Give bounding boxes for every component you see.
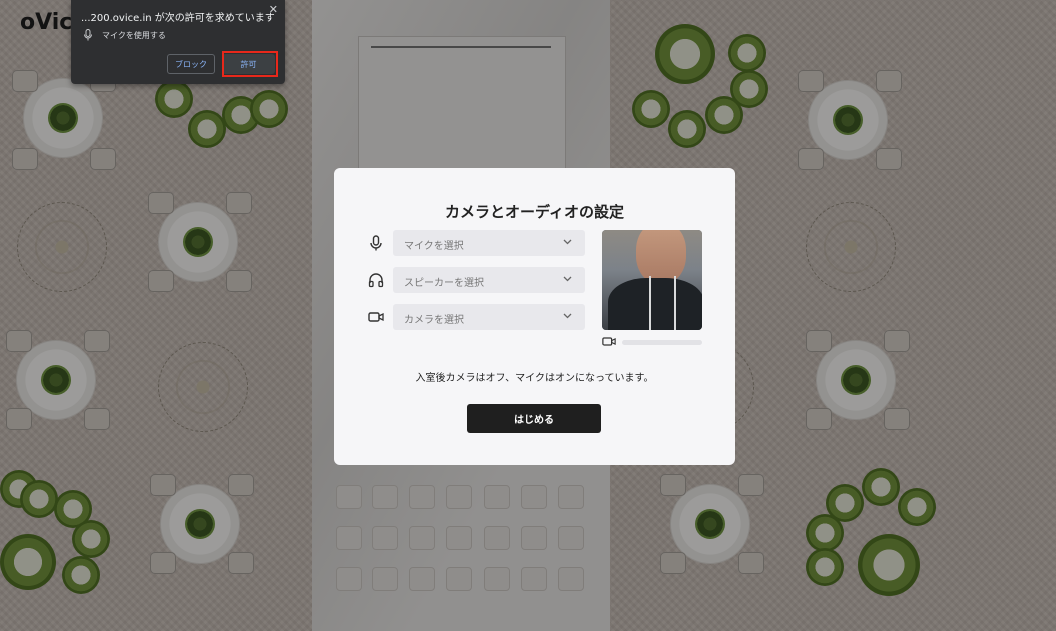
chevron-down-icon: [563, 239, 572, 245]
preview-jacket: [608, 278, 702, 330]
close-icon[interactable]: ✕: [269, 3, 278, 16]
camera-select[interactable]: カメラを選択: [393, 304, 585, 330]
speaker-select-placeholder: スピーカーを選択: [404, 278, 484, 289]
microphone-icon: [84, 29, 92, 41]
microphone-icon: [370, 235, 382, 251]
chevron-down-icon: [563, 276, 572, 282]
microphone-select[interactable]: マイクを選択: [393, 230, 585, 256]
headphones-icon: [368, 273, 384, 288]
preview-face: [636, 230, 686, 284]
permission-prompt: ...200.ovice.in が次の許可を求めています ✕ マイクを使用する …: [71, 0, 285, 84]
audio-level-bar: [622, 340, 702, 345]
video-camera-icon: [368, 312, 384, 322]
allow-button-highlight: [222, 51, 278, 77]
video-camera-icon: [602, 337, 616, 346]
start-button[interactable]: はじめる: [467, 404, 601, 433]
speaker-select[interactable]: スピーカーを選択: [393, 267, 585, 293]
permission-request-item: マイクを使用する: [102, 31, 166, 40]
camera-preview: [602, 230, 702, 330]
earphone-cord: [649, 276, 651, 330]
modal-title: カメラとオーディオの設定: [445, 203, 624, 221]
chevron-down-icon: [563, 313, 572, 319]
microphone-select-placeholder: マイクを選択: [404, 241, 464, 252]
earphone-cord: [674, 276, 676, 330]
preview-level-row: [602, 336, 702, 348]
camera-select-placeholder: カメラを選択: [404, 315, 464, 326]
info-note: 入室後カメラはオフ、マイクはオンになっています。: [415, 373, 654, 384]
permission-title: ...200.ovice.in が次の許可を求めています: [81, 13, 275, 24]
block-button[interactable]: ブロック: [167, 54, 215, 74]
av-settings-modal: カメラとオーディオの設定 マイクを選択 スピーカーを選択 カメラを選択 入室後カ…: [334, 168, 735, 465]
